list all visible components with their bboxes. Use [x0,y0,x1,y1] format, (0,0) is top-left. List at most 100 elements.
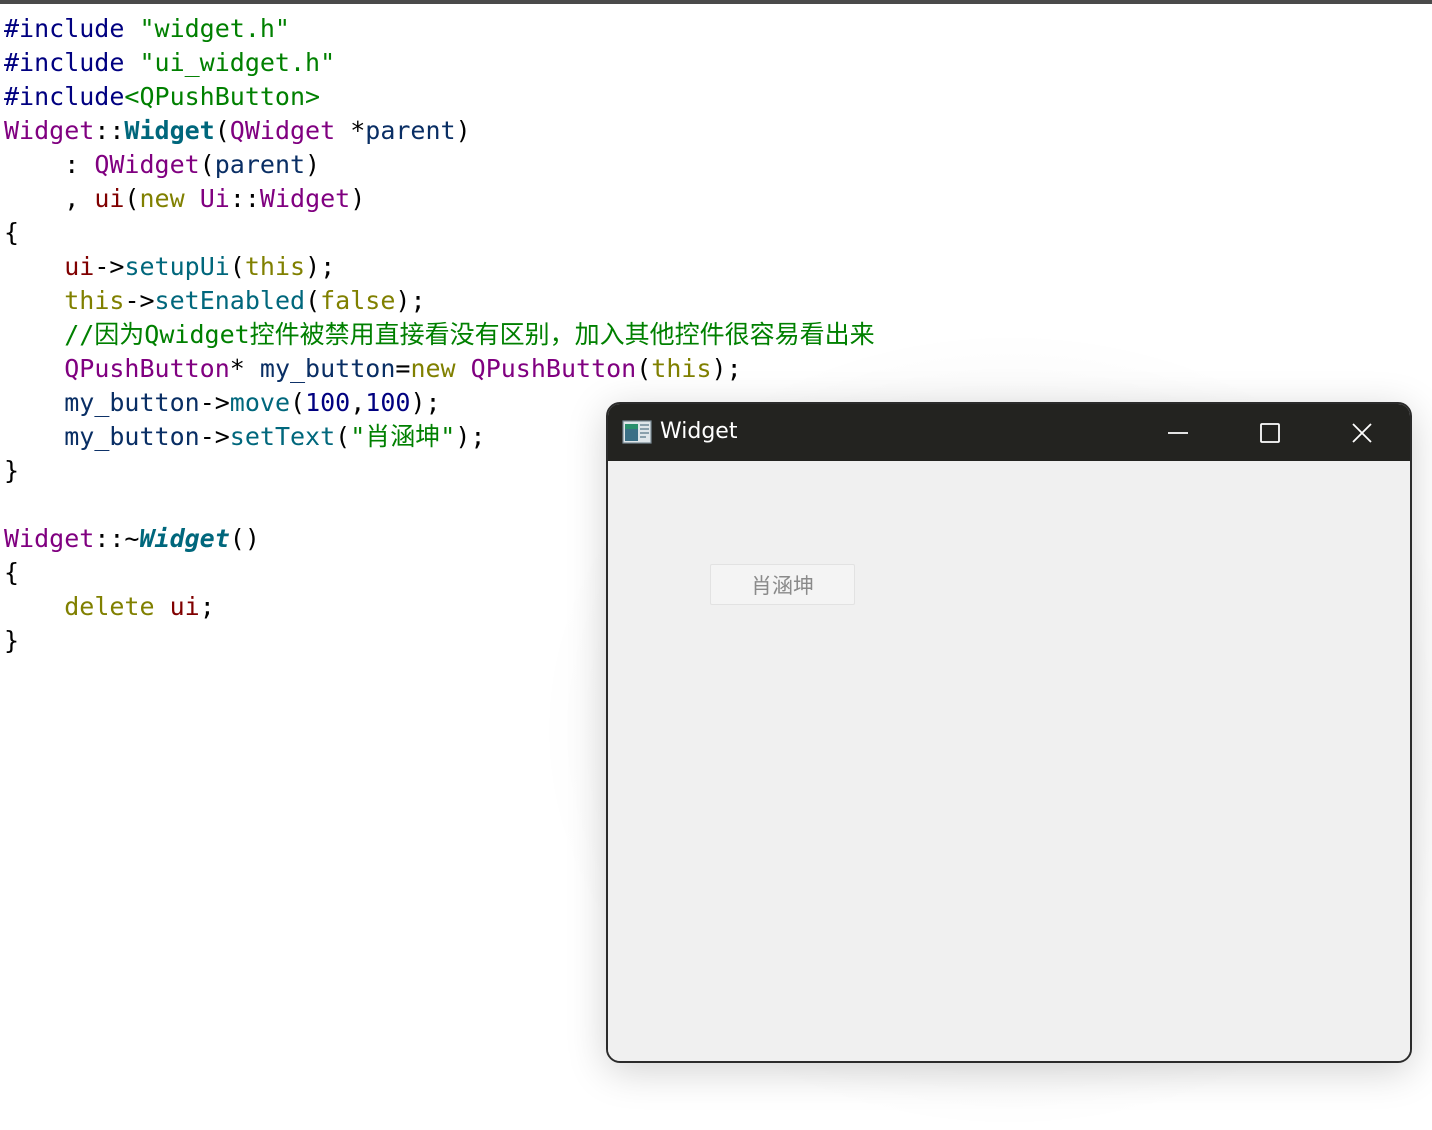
code-token: Widget [4,524,95,553]
code-token: QPushButton [470,354,637,383]
code-line: this->setEnabled(false); [4,284,875,318]
code-token: ) [350,184,366,213]
code-token: :: [94,116,125,145]
code-token: this [64,286,125,315]
code-line: #include "ui_widget.h" [4,46,875,80]
code-token: { [4,218,20,247]
maximize-icon [1260,422,1280,443]
code-token: ( [199,150,215,179]
code-token: , [350,388,366,417]
code-token: Widget [124,116,215,145]
code-token: : [4,150,95,179]
code-line: #include<QPushButton> [4,80,875,114]
code-token: my_button [64,388,200,417]
code-line: { [4,216,875,250]
code-token: my_button [64,422,200,451]
code-token: #include [4,82,125,111]
code-token: ) [455,116,471,145]
code-token: #include [4,14,140,43]
code-line: Widget::Widget(QWidget *parent) [4,114,875,148]
code-token: ) [305,150,321,179]
code-token: false [320,286,396,315]
code-token: * [335,116,366,145]
code-token: ui [64,252,95,281]
code-token: 100 [305,388,351,417]
code-token: setText [229,422,336,451]
code-token: , [4,184,95,213]
code-line: , ui(new Ui::Widget) [4,182,875,216]
code-token: { [4,558,20,587]
code-token: ( [290,388,306,417]
minimize-icon [1168,431,1188,434]
code-token: ::~ [94,524,140,553]
code-token: -> [199,388,230,417]
code-token: ); [395,286,426,315]
code-token: setupUi [124,252,230,281]
code-line: : QWidget(parent) [4,148,875,182]
code-token: ( [124,184,140,213]
code-token: ); [711,354,742,383]
code-token: :: [229,184,260,213]
code-token: QPushButton [64,354,230,383]
code-token: setEnabled [154,286,306,315]
code-token: Ui [199,184,230,213]
code-token: () [229,524,260,553]
code-token: -> [199,422,230,451]
code-token: "ui_widget.h" [139,48,336,77]
code-token: <QPushButton> [124,82,321,111]
minimize-button[interactable] [1132,404,1224,461]
code-token: //因为Qwidget控件被禁用直接看没有区别，加入其他控件很容易看出来 [4,320,875,349]
code-token: new [139,184,185,213]
close-icon [1352,422,1372,443]
code-line: #include "widget.h" [4,12,875,46]
code-token: ; [199,592,215,621]
window-client-area: 肖涵坤 [608,461,1410,1061]
code-token: QWidget [94,150,200,179]
code-token: delete [64,592,155,621]
code-token: ui [94,184,125,213]
code-token: QWidget [229,116,336,145]
code-token: } [4,626,20,655]
code-token: my_button [259,354,396,383]
my-button[interactable]: 肖涵坤 [710,564,855,605]
code-token: ( [636,354,652,383]
code-token: -> [94,252,125,281]
code-token: Widget [139,524,230,553]
close-button[interactable] [1316,404,1408,461]
title-bar[interactable]: Widget [608,404,1410,461]
widget-window: Widget 肖涵坤 [606,402,1412,1063]
code-token: this [244,252,306,281]
code-token: "widget.h" [139,14,290,43]
code-token: ( [335,422,351,451]
code-token: = [395,354,411,383]
maximize-button[interactable] [1224,404,1316,461]
code-token: ui [169,592,200,621]
code-token: parent [365,116,456,145]
code-token: #include [4,48,140,77]
code-token: ); [410,388,441,417]
app-icon [622,420,652,444]
code-token: ); [455,422,486,451]
code-token: * [229,354,260,383]
code-token: } [4,456,20,485]
code-line: //因为Qwidget控件被禁用直接看没有区别，加入其他控件很容易看出来 [4,318,875,352]
code-line: ui->setupUi(this); [4,250,875,284]
code-token: Widget [4,116,95,145]
code-token: this [651,354,712,383]
code-token: ); [305,252,336,281]
code-token: -> [124,286,155,315]
code-token: ( [214,116,230,145]
code-token: Widget [259,184,351,213]
code-token: "肖涵坤" [350,422,456,451]
code-token: ( [229,252,245,281]
code-token: ( [305,286,321,315]
top-border [0,0,1432,4]
